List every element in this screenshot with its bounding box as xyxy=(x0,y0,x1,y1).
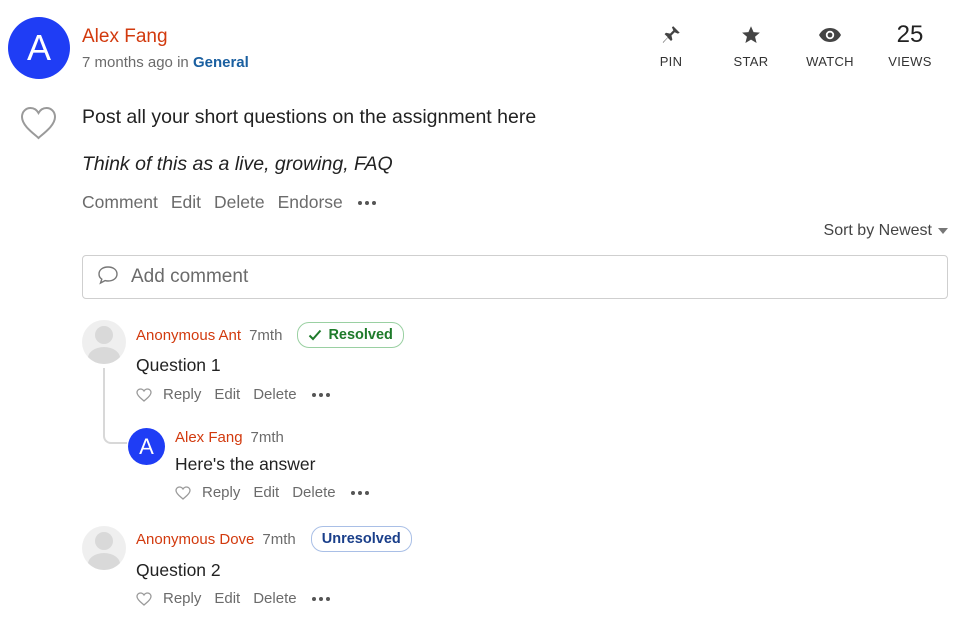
post-time: 7 months ago xyxy=(82,54,173,71)
delete-action[interactable]: Delete xyxy=(253,590,296,607)
pin-button[interactable]: PIN xyxy=(636,22,706,69)
views-counter: 25 VIEWS xyxy=(875,21,945,70)
status-badge-label: Resolved xyxy=(328,327,393,343)
comment-text: Question 1 xyxy=(136,355,221,375)
sort-label: Sort by Newest xyxy=(823,222,932,239)
chevron-down-icon xyxy=(938,228,948,234)
like-heart-icon[interactable] xyxy=(20,106,57,145)
pin-label: PIN xyxy=(659,54,683,69)
endorse-action[interactable]: Endorse xyxy=(278,192,343,213)
edit-action[interactable]: Edit xyxy=(214,590,240,607)
post-meta: 7 months ago in General xyxy=(82,54,249,71)
post-subtitle: Think of this as a live, growing, FAQ xyxy=(82,153,393,175)
more-icon[interactable] xyxy=(311,596,330,601)
delete-action[interactable]: Delete xyxy=(214,192,265,213)
comment-actions: Reply Edit Delete xyxy=(136,386,330,403)
post-actions: Comment Edit Delete Endorse xyxy=(82,192,376,213)
status-badge[interactable]: Unresolved xyxy=(310,526,412,552)
comment-header: Anonymous Dove 7mth Unresolved xyxy=(136,526,412,552)
add-comment-input[interactable]: Add comment xyxy=(82,255,948,299)
delete-action[interactable]: Delete xyxy=(292,484,335,501)
reply-action[interactable]: Reply xyxy=(163,590,201,607)
edit-action[interactable]: Edit xyxy=(253,484,279,501)
more-icon[interactable] xyxy=(357,200,376,205)
comment-time: 7mth xyxy=(262,530,296,548)
anonymous-avatar xyxy=(82,526,126,570)
star-label: STAR xyxy=(733,54,769,69)
watch-button[interactable]: WATCH xyxy=(795,22,865,69)
author-avatar[interactable]: A xyxy=(8,17,70,79)
comment-header: Anonymous Ant 7mth Resolved xyxy=(136,322,404,348)
post-in-word: in xyxy=(177,54,189,71)
post-title: Post all your short questions on the ass… xyxy=(82,106,537,128)
status-badge[interactable]: Resolved xyxy=(297,322,404,348)
views-count: 25 xyxy=(896,21,924,48)
comment-actions: Reply Edit Delete xyxy=(136,590,330,607)
eye-icon xyxy=(795,22,865,48)
reply-text: Here's the answer xyxy=(175,454,316,474)
edit-action[interactable]: Edit xyxy=(171,192,201,213)
comment-author[interactable]: Anonymous Dove xyxy=(136,531,254,548)
author-name[interactable]: Alex Fang xyxy=(82,26,168,48)
comment-text: Question 2 xyxy=(136,560,221,580)
like-heart-icon[interactable] xyxy=(175,485,191,500)
speech-bubble-icon xyxy=(97,265,119,290)
views-label: VIEWS xyxy=(888,54,932,69)
reply-author[interactable]: Alex Fang xyxy=(175,429,243,446)
edit-action[interactable]: Edit xyxy=(214,386,240,403)
comment-author[interactable]: Anonymous Ant xyxy=(136,327,241,344)
category-link[interactable]: General xyxy=(193,54,249,71)
like-heart-icon[interactable] xyxy=(136,591,152,606)
more-icon[interactable] xyxy=(311,392,330,397)
thread-line xyxy=(103,368,127,444)
reply-actions: Reply Edit Delete xyxy=(175,484,369,501)
more-icon[interactable] xyxy=(350,490,369,495)
comment-time: 7mth xyxy=(249,326,283,344)
anonymous-avatar xyxy=(82,320,126,364)
add-comment-placeholder: Add comment xyxy=(131,266,249,287)
like-heart-icon[interactable] xyxy=(136,387,152,402)
star-icon xyxy=(716,22,786,48)
reply-action[interactable]: Reply xyxy=(163,386,201,403)
star-button[interactable]: STAR xyxy=(716,22,786,69)
status-badge-label: Unresolved xyxy=(321,531,401,547)
reply-time: 7mth xyxy=(250,429,284,446)
watch-label: WATCH xyxy=(806,54,854,69)
reply-avatar[interactable]: A xyxy=(128,428,165,465)
reply-action[interactable]: Reply xyxy=(202,484,240,501)
reply-header: Alex Fang 7mth xyxy=(175,429,284,446)
pin-icon xyxy=(636,22,706,48)
delete-action[interactable]: Delete xyxy=(253,386,296,403)
sort-dropdown[interactable]: Sort by Newest xyxy=(824,222,948,240)
check-icon xyxy=(309,329,322,341)
comment-action[interactable]: Comment xyxy=(82,192,158,213)
